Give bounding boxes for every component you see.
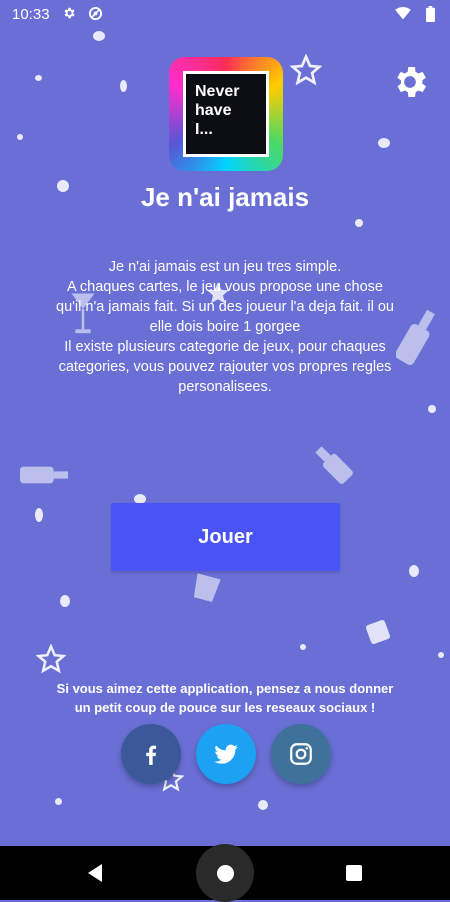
support-line: Si vous aimez cette application, pensez … bbox=[56, 681, 394, 696]
wifi-icon bbox=[395, 7, 411, 20]
confetti bbox=[258, 800, 268, 810]
twitter-button[interactable] bbox=[196, 724, 256, 784]
description-line: qu'il n'a jamais fait. Si un des joueur … bbox=[56, 299, 394, 315]
recent-apps-icon[interactable] bbox=[346, 865, 362, 881]
twitter-icon bbox=[214, 744, 238, 764]
gear-icon bbox=[64, 7, 75, 19]
status-time: 10:33 bbox=[12, 6, 50, 23]
confetti bbox=[378, 138, 390, 148]
instagram-button[interactable] bbox=[271, 724, 331, 784]
description-line: A chaques cartes, le jeu vous propose un… bbox=[67, 279, 383, 295]
bottle-icon bbox=[20, 466, 68, 484]
description-line: elle dois boire 1 gorgee bbox=[149, 319, 301, 335]
star-icon bbox=[290, 54, 322, 86]
home-icon[interactable] bbox=[217, 865, 234, 882]
game-description: Je n'ai jamais est un jeu tres simple. A… bbox=[40, 257, 410, 397]
description-line: Je n'ai jamais est un jeu tres simple. bbox=[108, 259, 342, 275]
back-icon[interactable] bbox=[86, 863, 104, 883]
battery-icon bbox=[426, 6, 435, 22]
status-bar: 10:33 bbox=[0, 0, 450, 28]
play-button[interactable]: Jouer bbox=[111, 503, 340, 571]
support-line: un petit coup de pouce sur les reseaux s… bbox=[74, 700, 376, 715]
dice-icon bbox=[366, 620, 390, 644]
logo-card: Never have I... bbox=[183, 71, 269, 157]
social-support-text: Si vous aimez cette application, pensez … bbox=[20, 679, 430, 717]
description-line: personalisees. bbox=[178, 379, 272, 395]
confetti bbox=[409, 565, 419, 577]
confetti bbox=[35, 75, 42, 81]
app-logo: Never have I... bbox=[169, 57, 283, 171]
confetti bbox=[438, 652, 444, 658]
confetti bbox=[428, 405, 436, 413]
confetti bbox=[35, 508, 43, 522]
star-icon bbox=[36, 644, 66, 674]
confetti bbox=[300, 644, 306, 650]
logo-text: Never have I... bbox=[195, 83, 240, 138]
navigation-bar bbox=[0, 844, 450, 902]
confetti bbox=[60, 595, 70, 607]
page-title: Je n'ai jamais bbox=[140, 182, 310, 212]
confetti bbox=[55, 798, 62, 805]
confetti bbox=[93, 31, 105, 41]
bottle-icon bbox=[315, 446, 353, 484]
confetti bbox=[355, 219, 363, 227]
vpn-icon bbox=[88, 6, 103, 21]
instagram-icon bbox=[290, 743, 312, 765]
facebook-icon bbox=[146, 745, 157, 765]
cup-icon bbox=[193, 573, 221, 603]
confetti bbox=[17, 134, 23, 140]
facebook-button[interactable] bbox=[121, 724, 181, 784]
description-line: categories, vous pouvez rajouter vos pro… bbox=[58, 359, 392, 375]
description-line: Il existe plusieurs categorie de jeux, p… bbox=[64, 339, 386, 355]
main-screen: Never have I... Je n'ai jamais Je n'ai j… bbox=[0, 28, 450, 846]
confetti bbox=[120, 80, 127, 92]
settings-gear-icon[interactable] bbox=[390, 62, 430, 102]
